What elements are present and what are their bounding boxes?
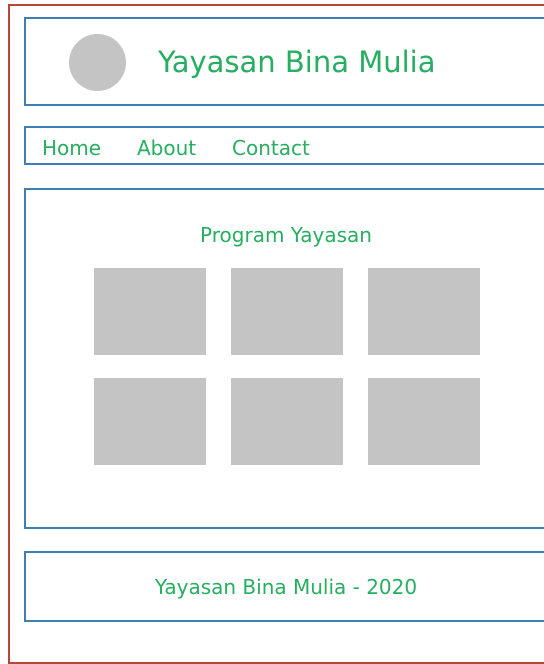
nav-link-about[interactable]: About <box>137 136 196 160</box>
program-card-image[interactable] <box>231 268 343 355</box>
program-card-image[interactable] <box>368 378 480 465</box>
logo-image[interactable] <box>69 34 126 91</box>
site-header: Yayasan Bina Mulia <box>24 17 544 106</box>
program-card-image[interactable] <box>94 268 206 355</box>
site-title: Yayasan Bina Mulia <box>158 45 436 79</box>
program-card-image[interactable] <box>94 378 206 465</box>
program-section: Program Yayasan <box>24 188 544 529</box>
footer-text: Yayasan Bina Mulia - 2020 <box>154 575 418 599</box>
program-card-image[interactable] <box>368 268 480 355</box>
nav-link-home[interactable]: Home <box>42 136 101 160</box>
nav-link-contact[interactable]: Contact <box>232 136 310 160</box>
program-card-image[interactable] <box>231 378 343 465</box>
navigation-bar: Home About Contact <box>24 126 544 165</box>
section-title: Program Yayasan <box>200 223 372 247</box>
site-footer: Yayasan Bina Mulia - 2020 <box>24 551 544 622</box>
